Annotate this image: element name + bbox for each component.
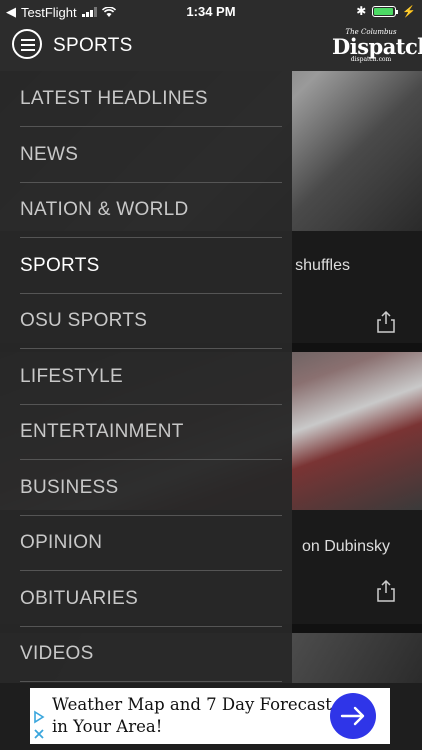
menu-item-business[interactable]: BUSINESS bbox=[20, 461, 282, 516]
ad-text: Weather Map and 7 Day Forecast in Your A… bbox=[52, 695, 332, 736]
arrow-right-icon bbox=[340, 706, 365, 726]
menu-item-label: LATEST HEADLINES bbox=[20, 88, 208, 109]
menu-item-entertainment[interactable]: ENTERTAINMENT bbox=[20, 405, 282, 460]
menu-item-nation-world[interactable]: NATION & WORLD bbox=[20, 183, 282, 238]
menu-item-label: OBITUARIES bbox=[20, 587, 139, 609]
menu-item-latest-headlines[interactable]: LATEST HEADLINES bbox=[20, 72, 282, 127]
menu-item-label: NATION & WORLD bbox=[20, 199, 189, 220]
menu-item-label: NEWS bbox=[20, 143, 79, 165]
menu-item-label: OPINION bbox=[20, 532, 103, 553]
menu-item-osu-sports[interactable]: OSU SPORTS bbox=[20, 294, 282, 349]
section-title: SPORTS bbox=[53, 35, 133, 56]
charging-bolt-icon: ⚡ bbox=[402, 5, 416, 18]
status-right: ✱ ⚡ bbox=[356, 4, 416, 18]
adchoices-icon[interactable] bbox=[32, 710, 46, 742]
nav-bar: SPORTS The Columbus Dispatch dispatch.co… bbox=[0, 22, 422, 71]
bluetooth-icon: ✱ bbox=[356, 4, 367, 18]
logo-line2: Dispatch bbox=[332, 34, 422, 59]
menu-item-label: BUSINESS bbox=[20, 476, 119, 498]
menu-item-label: LIFESTYLE bbox=[20, 365, 124, 387]
menu-item-opinion[interactable]: OPINION bbox=[20, 516, 282, 571]
ad-go-button[interactable] bbox=[330, 693, 376, 739]
dispatch-logo[interactable]: The Columbus Dispatch dispatch.com bbox=[332, 29, 422, 63]
menu-toggle-icon[interactable] bbox=[12, 29, 42, 59]
menu-item-news[interactable]: NEWS bbox=[20, 128, 282, 183]
menu-item-label: OSU SPORTS bbox=[20, 310, 148, 331]
status-bar: ◀ TestFlight 1:34 PM ✱ ⚡ bbox=[0, 0, 422, 22]
menu-item-obituaries[interactable]: OBITUARIES bbox=[20, 572, 282, 627]
menu-divider bbox=[20, 681, 282, 682]
ad-banner[interactable]: Weather Map and 7 Day Forecast in Your A… bbox=[30, 688, 390, 744]
menu-item-videos[interactable]: VIDEOS bbox=[20, 627, 282, 682]
menu-item-label: ENTERTAINMENT bbox=[20, 421, 184, 442]
share-icon[interactable] bbox=[376, 580, 396, 602]
battery-icon bbox=[372, 5, 399, 17]
menu-item-lifestyle[interactable]: LIFESTYLE bbox=[20, 350, 282, 405]
menu-item-sports[interactable]: SPORTS bbox=[20, 239, 282, 294]
navigation-drawer: LATEST HEADLINES NEWS NATION & WORLD SPORTS… bbox=[0, 71, 292, 683]
menu-item-label: SPORTS bbox=[20, 254, 100, 276]
share-icon[interactable] bbox=[376, 311, 396, 333]
menu-item-label: VIDEOS bbox=[20, 643, 94, 664]
